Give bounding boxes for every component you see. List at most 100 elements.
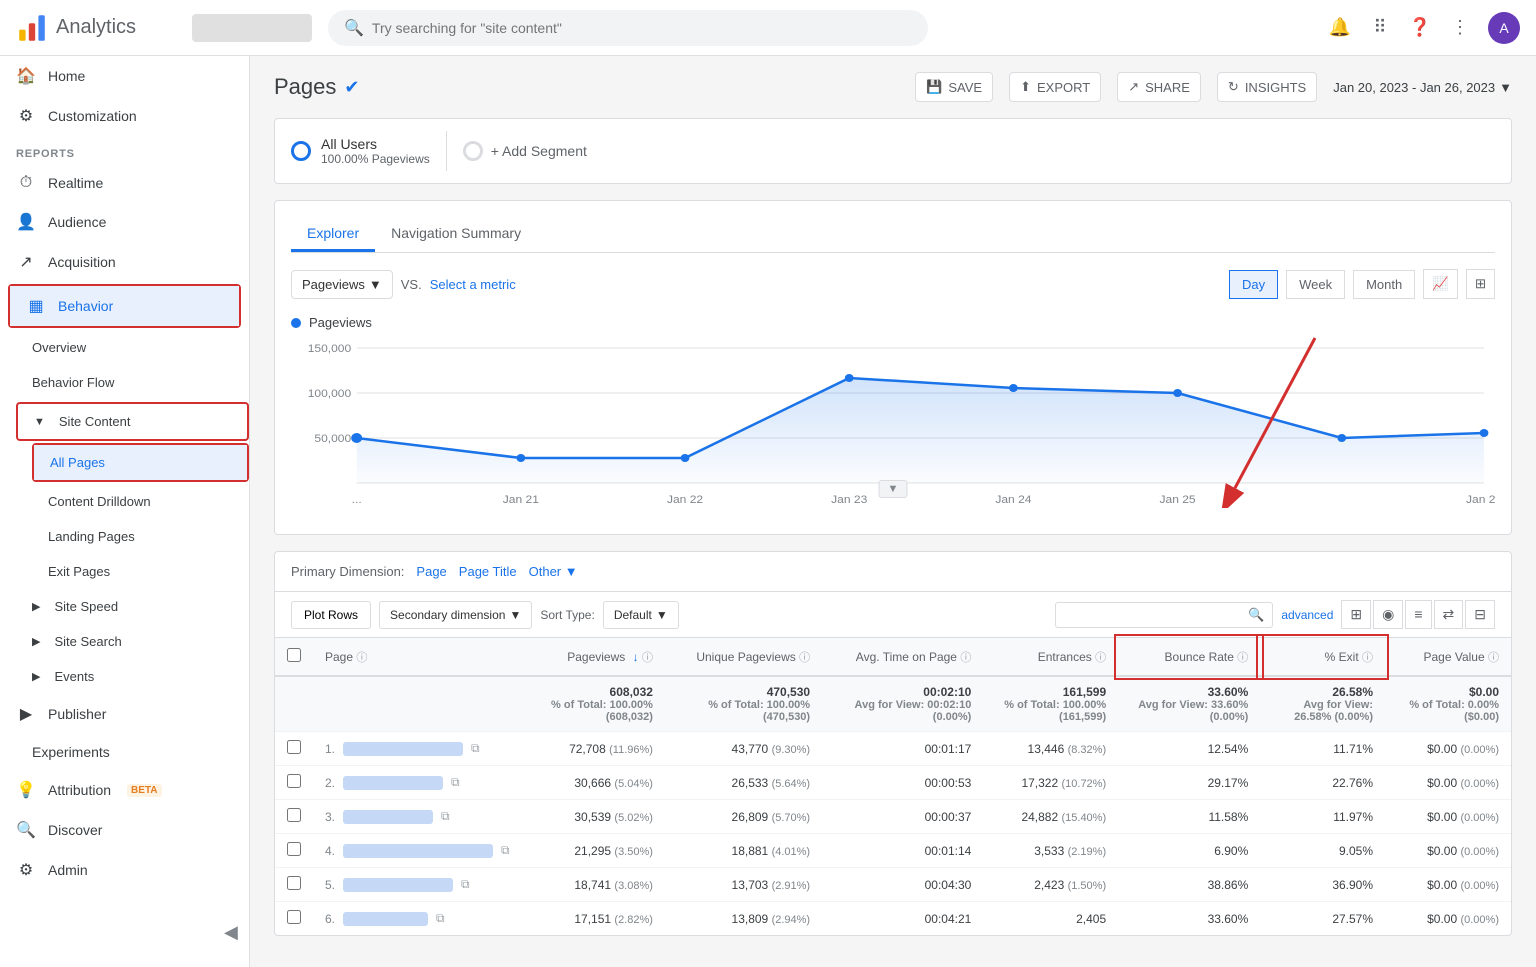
sidebar-item-events[interactable]: ▶ Events — [16, 659, 249, 694]
expand-icon: ▼ — [34, 416, 45, 428]
row-3-checkbox[interactable] — [287, 808, 301, 822]
sidebar-item-all-pages[interactable]: All Pages — [34, 445, 247, 480]
pie-view-button[interactable]: ◉ — [1373, 600, 1403, 629]
row-4-checkbox[interactable] — [287, 842, 301, 856]
copy-icon[interactable]: ⧉ — [451, 775, 460, 790]
layout: 🏠 Home ⚙ Customization REPORTS ⏱ Realtim… — [0, 56, 1536, 967]
copy-icon[interactable]: ⧉ — [501, 843, 510, 858]
day-button[interactable]: Day — [1229, 270, 1278, 299]
sidebar-item-realtime[interactable]: ⏱ Realtime — [0, 164, 249, 202]
sidebar-item-site-content[interactable]: ▼ Site Content — [18, 404, 247, 439]
sidebar-item-landing-pages[interactable]: Landing Pages — [32, 519, 249, 554]
advanced-link[interactable]: advanced — [1281, 608, 1333, 622]
col-header-pct-exit[interactable]: % Exit ⓘ — [1260, 638, 1385, 676]
table-view-button[interactable]: ⊞ — [1341, 600, 1371, 629]
apps-grid-icon[interactable]: ⠿ — [1368, 16, 1392, 40]
table-search-input[interactable] — [1064, 608, 1244, 622]
sidebar-item-overview[interactable]: Overview — [16, 330, 249, 365]
bar-chart-button[interactable]: ⊞ — [1466, 269, 1495, 299]
copy-icon[interactable]: ⧉ — [471, 741, 480, 756]
tab-explorer[interactable]: Explorer — [291, 217, 375, 252]
copy-icon[interactable]: ⧉ — [436, 911, 445, 926]
secondary-dimension-dropdown[interactable]: Secondary dimension ▼ — [379, 601, 532, 629]
sidebar-item-acquisition[interactable]: ↗ Acquisition — [0, 242, 249, 282]
row-3-page: 3. ⧉ — [313, 800, 522, 834]
account-selector[interactable] — [192, 14, 312, 42]
col-header-page-value[interactable]: Page Value ⓘ — [1385, 638, 1511, 676]
tab-navigation-summary[interactable]: Navigation Summary — [375, 217, 537, 252]
sidebar-item-home[interactable]: 🏠 Home — [0, 56, 249, 96]
performance-view-button[interactable]: ≡ — [1405, 600, 1431, 629]
col-header-bounce-rate[interactable]: Bounce Rate ⓘ — [1118, 638, 1260, 676]
attribution-icon: 💡 — [16, 780, 36, 800]
user-avatar[interactable]: A — [1488, 12, 1520, 44]
svg-text:Jan 21: Jan 21 — [503, 494, 539, 505]
dim-page-link[interactable]: Page — [416, 564, 446, 579]
month-button[interactable]: Month — [1353, 270, 1415, 299]
page-header: Pages ✔ 💾 SAVE ⬆ EXPORT ↗ SHARE ↻ — [274, 72, 1512, 102]
add-segment-button[interactable]: + Add Segment — [463, 141, 587, 161]
sidebar-item-site-search[interactable]: ▶ Site Search — [16, 624, 249, 659]
sidebar-item-publisher[interactable]: ▶ Publisher — [0, 694, 249, 734]
sort-type-dropdown[interactable]: Default ▼ — [603, 601, 679, 629]
sidebar-item-content-drilldown[interactable]: Content Drilldown — [32, 484, 249, 519]
copy-icon[interactable]: ⧉ — [441, 809, 450, 824]
col-header-unique-pageviews[interactable]: Unique Pageviews ⓘ — [665, 638, 822, 676]
row-5-pageviews: 18,741 (3.08%) — [522, 868, 665, 902]
site-speed-expand-icon: ▶ — [32, 600, 40, 613]
search-box[interactable]: 🔍 — [328, 10, 928, 46]
sidebar-item-customization[interactable]: ⚙ Customization — [0, 96, 249, 136]
sidebar-item-discover[interactable]: 🔍 Discover — [0, 810, 249, 850]
search-input[interactable] — [372, 20, 912, 36]
chart-scroll-indicator[interactable]: ▼ — [879, 480, 908, 498]
segment-bar: All Users 100.00% Pageviews + Add Segmen… — [274, 118, 1512, 184]
collapse-sidebar-button[interactable]: ◀ — [220, 918, 242, 947]
insights-button[interactable]: ↻ INSIGHTS — [1217, 72, 1317, 102]
date-range-selector[interactable]: Jan 20, 2023 - Jan 26, 2023 ▼ — [1333, 80, 1512, 95]
analytics-logo-icon — [16, 12, 48, 44]
sidebar-item-site-speed[interactable]: ▶ Site Speed — [16, 589, 249, 624]
row-1-checkbox[interactable] — [287, 740, 301, 754]
comparison-view-button[interactable]: ⇄ — [1434, 600, 1464, 629]
table-search-icon[interactable]: 🔍 — [1248, 607, 1264, 623]
row-2-checkbox[interactable] — [287, 774, 301, 788]
sidebar-item-audience[interactable]: 👤 Audience — [0, 202, 249, 242]
unique-info-icon: ⓘ — [799, 652, 810, 664]
row-5-checkbox[interactable] — [287, 876, 301, 890]
share-icon: ↗ — [1128, 79, 1139, 95]
line-chart-button[interactable]: 📈 — [1423, 269, 1458, 299]
segment-divider — [446, 131, 447, 171]
view-type-buttons: ⊞ ◉ ≡ ⇄ ⊟ — [1341, 600, 1495, 629]
more-options-icon[interactable]: ⋮ — [1448, 16, 1472, 40]
save-button[interactable]: 💾 SAVE — [915, 72, 993, 102]
select-metric-link[interactable]: Select a metric — [430, 277, 516, 292]
pivot-view-button[interactable]: ⊟ — [1465, 600, 1495, 629]
dim-page-title-link[interactable]: Page Title — [459, 564, 517, 579]
sidebar-item-experiments[interactable]: Experiments — [0, 734, 249, 770]
select-all-checkbox[interactable] — [287, 648, 301, 662]
dim-other-link[interactable]: Other ▼ — [529, 564, 578, 579]
sidebar-item-behavior[interactable]: ▦ Behavior — [10, 286, 239, 326]
page-url-blur — [343, 844, 493, 858]
metric-dropdown[interactable]: Pageviews ▼ — [291, 270, 393, 299]
table-row: 1. ⧉ 72,708 (11.96%) 43,770 (9.30%) 00:0… — [275, 732, 1511, 766]
col-header-pageviews[interactable]: Pageviews ↓ ⓘ — [522, 638, 665, 676]
all-pages-highlight: All Pages — [32, 443, 249, 482]
notifications-icon[interactable]: 🔔 — [1328, 16, 1352, 40]
export-button[interactable]: ⬆ EXPORT — [1009, 72, 1101, 102]
col-header-page[interactable]: Page ⓘ — [313, 638, 522, 676]
row-3-pct-exit: 11.97% — [1260, 800, 1385, 834]
col-header-entrances[interactable]: Entrances ⓘ — [983, 638, 1118, 676]
row-6-checkbox[interactable] — [287, 910, 301, 924]
plot-rows-button[interactable]: Plot Rows — [291, 601, 371, 629]
week-button[interactable]: Week — [1286, 270, 1345, 299]
help-icon[interactable]: ❓ — [1408, 16, 1432, 40]
share-button[interactable]: ↗ SHARE — [1117, 72, 1201, 102]
col-header-avg-time[interactable]: Avg. Time on Page ⓘ — [822, 638, 983, 676]
sidebar-item-attribution[interactable]: 💡 Attribution BETA — [0, 770, 249, 810]
all-users-segment: All Users 100.00% Pageviews — [291, 136, 430, 166]
sidebar-item-admin[interactable]: ⚙ Admin — [0, 850, 249, 890]
sidebar-item-exit-pages[interactable]: Exit Pages — [32, 554, 249, 589]
copy-icon[interactable]: ⧉ — [461, 877, 470, 892]
sidebar-item-behavior-flow[interactable]: Behavior Flow — [16, 365, 249, 400]
